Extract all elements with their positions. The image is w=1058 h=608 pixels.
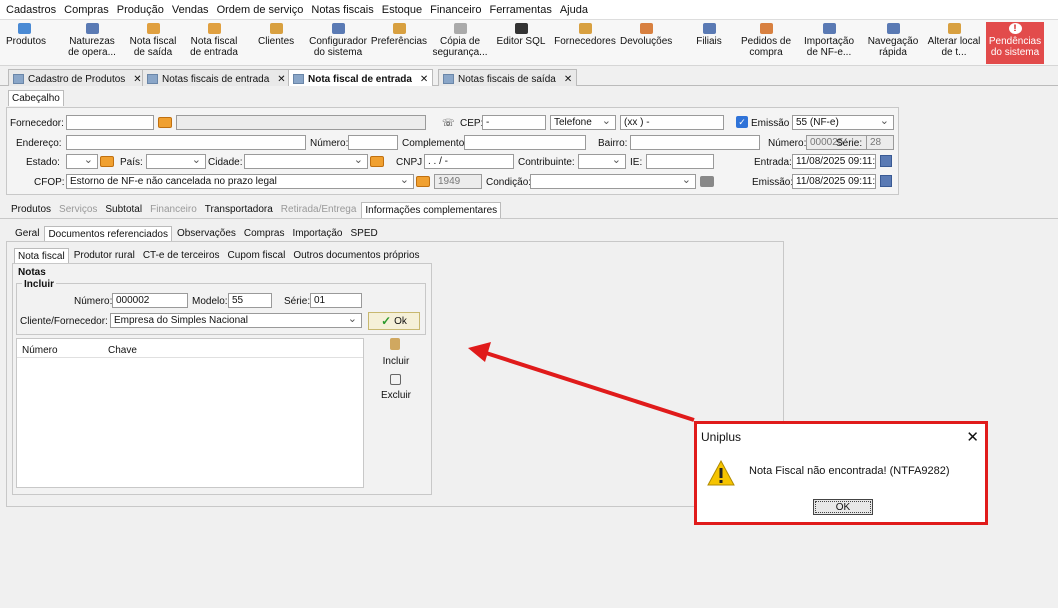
arrow-head (468, 342, 491, 362)
warning-icon (707, 460, 735, 486)
dialog-message: Nota Fiscal não encontrada! (NTFA9282) (749, 465, 950, 477)
arrow-shaft (485, 351, 695, 422)
error-dialog: Uniplus ✕ Nota Fiscal não encontrada! (N… (694, 421, 988, 525)
dialog-title-bar: Uniplus ✕ (697, 424, 985, 450)
dialog-title: Uniplus (701, 430, 742, 444)
dialog-ok-button[interactable]: OK (813, 499, 873, 515)
close-icon[interactable]: ✕ (966, 428, 979, 446)
